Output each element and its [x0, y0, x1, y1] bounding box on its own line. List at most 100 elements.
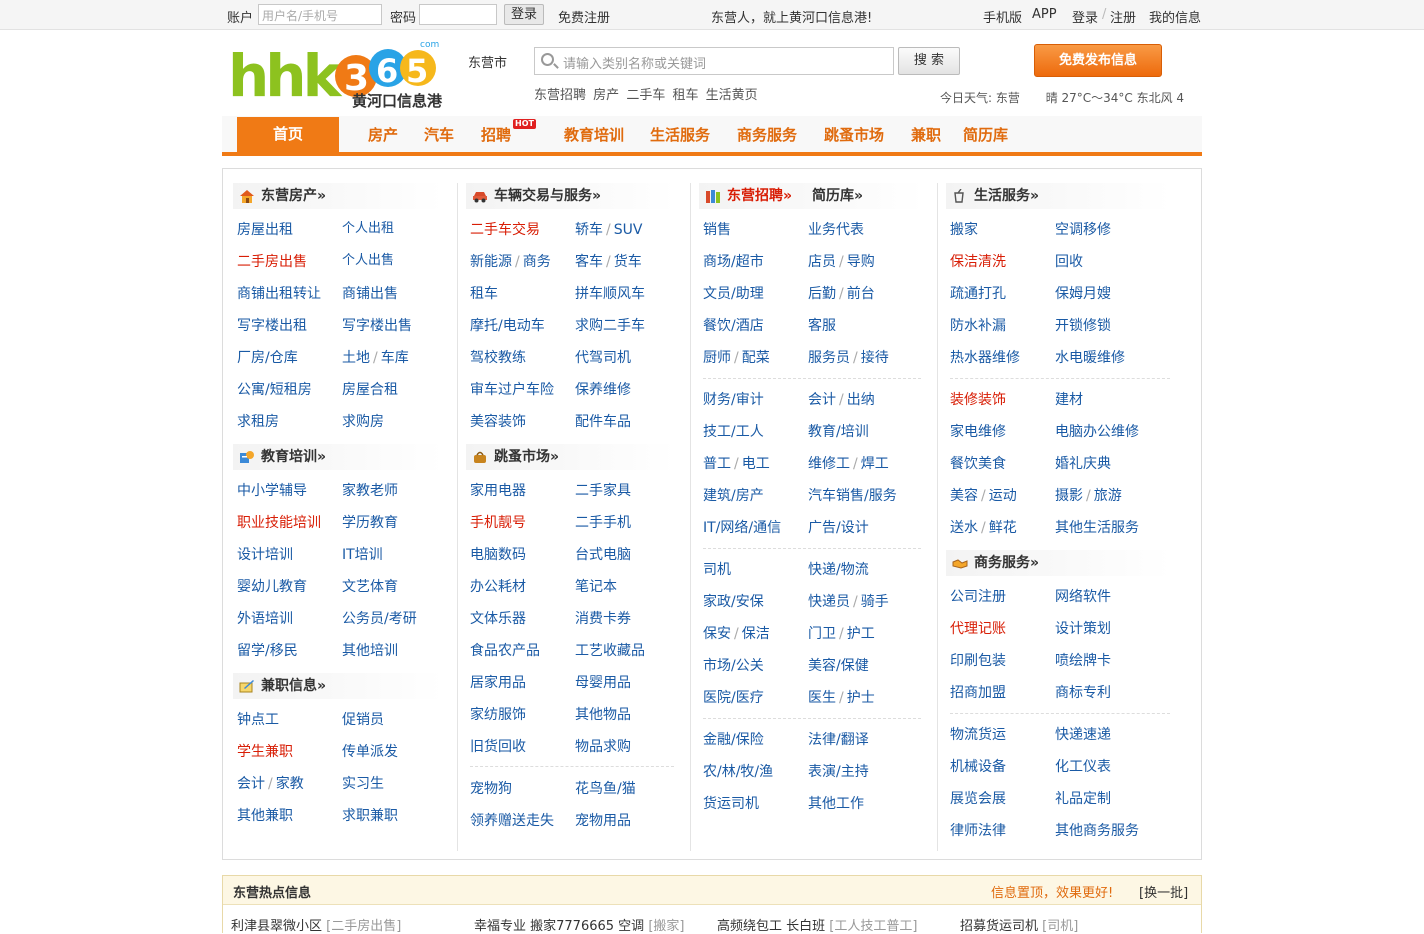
- cat-link[interactable]: 其他生活服务: [1055, 517, 1139, 537]
- cat-link[interactable]: 旅游: [1094, 488, 1122, 504]
- cat-link[interactable]: 轿车: [575, 222, 603, 238]
- cat-link[interactable]: 设计策划: [1055, 618, 1111, 638]
- cat-link[interactable]: 居家用品: [470, 672, 526, 692]
- cat-link[interactable]: 金融/保险: [703, 729, 764, 749]
- top-register-link[interactable]: 注册: [1110, 7, 1136, 26]
- cat-link[interactable]: 农/林/牧/渔: [703, 761, 773, 781]
- cat-link[interactable]: 厂房/仓库: [237, 347, 298, 367]
- cat-link[interactable]: 接待: [861, 350, 889, 366]
- cat-link[interactable]: 电工: [742, 456, 770, 472]
- cat-link[interactable]: 审车过户车险: [470, 379, 554, 399]
- cat-link[interactable]: 护士: [847, 690, 875, 706]
- cat-link[interactable]: 财务/审计: [703, 389, 764, 409]
- cat-link[interactable]: 防水补漏: [950, 315, 1006, 335]
- hot-item-text[interactable]: 幸福专业 搬家7776665 空调: [474, 919, 644, 934]
- promo-link[interactable]: 信息置顶，效果更好!: [991, 882, 1113, 901]
- cat-link[interactable]: 销售: [703, 219, 731, 239]
- cat-link[interactable]: 展览会展: [950, 788, 1006, 808]
- cat-link[interactable]: 外语培训: [237, 608, 293, 628]
- section-car-header[interactable]: 车辆交易与服务»: [466, 183, 676, 209]
- cat-link[interactable]: 手机靓号: [470, 512, 526, 532]
- nav-house[interactable]: 房产: [368, 124, 398, 145]
- cat-link[interactable]: 领养赠送走失: [470, 810, 554, 830]
- cat-link[interactable]: 家纺服饰: [470, 704, 526, 724]
- cat-link[interactable]: 喷绘牌卡: [1055, 650, 1111, 670]
- cat-link[interactable]: 公务员/考研: [342, 608, 417, 628]
- cat-link[interactable]: 保养维修: [575, 379, 631, 399]
- cat-link[interactable]: 驾校教练: [470, 347, 526, 367]
- cat-link[interactable]: 后勤: [808, 286, 836, 302]
- cat-link[interactable]: 医生: [808, 690, 836, 706]
- cat-link[interactable]: 设计培训: [237, 544, 293, 564]
- cat-link[interactable]: 护工: [847, 626, 875, 642]
- cat-link[interactable]: 个人出租: [342, 217, 394, 236]
- cat-link[interactable]: 导购: [847, 254, 875, 270]
- cat-link[interactable]: 保洁清洗: [950, 251, 1006, 271]
- nav-edu[interactable]: 教育培训: [564, 124, 624, 145]
- cat-link[interactable]: SUV: [614, 222, 643, 238]
- cat-link[interactable]: 留学/移民: [237, 640, 298, 660]
- hot-item-category[interactable]: [司机]: [1042, 919, 1078, 934]
- cat-link[interactable]: 求购房: [342, 411, 384, 431]
- section-flea-header[interactable]: 跳蚤市场»: [466, 444, 676, 470]
- cat-link[interactable]: 运动: [989, 488, 1017, 504]
- cat-link[interactable]: 货运司机: [703, 793, 759, 813]
- publish-button[interactable]: 免费发布信息: [1034, 44, 1162, 77]
- cat-link[interactable]: 摄影: [1055, 488, 1083, 504]
- cat-link[interactable]: 写字楼出租: [237, 315, 307, 335]
- cat-link[interactable]: 办公耗材: [470, 576, 526, 596]
- hot-item-category[interactable]: [工人技工普工]: [829, 919, 917, 934]
- cat-link[interactable]: 货车: [614, 254, 642, 270]
- cat-link[interactable]: 公寓/短租房: [237, 379, 312, 399]
- login-button[interactable]: 登录: [504, 4, 544, 25]
- cat-link[interactable]: 前台: [847, 286, 875, 302]
- cat-link[interactable]: 家教老师: [342, 480, 398, 500]
- cat-link[interactable]: 家电维修: [950, 421, 1006, 441]
- cat-link[interactable]: 商标专利: [1055, 682, 1111, 702]
- cat-link[interactable]: 机械设备: [950, 756, 1006, 776]
- cat-link[interactable]: 个人出售: [342, 249, 394, 268]
- cat-link[interactable]: 求租房: [237, 411, 279, 431]
- cat-link[interactable]: 热水器维修: [950, 347, 1020, 367]
- cat-link[interactable]: 新能源: [470, 254, 512, 270]
- section-edu-header[interactable]: 教育培训»: [233, 444, 443, 470]
- cat-link[interactable]: 水电暖维修: [1055, 347, 1125, 367]
- cat-link[interactable]: 花鸟鱼/猫: [575, 778, 636, 798]
- cat-link[interactable]: 写字楼出售: [342, 315, 412, 335]
- cat-link[interactable]: 拼车顺风车: [575, 283, 645, 303]
- cat-link[interactable]: 二手手机: [575, 512, 631, 532]
- cat-link[interactable]: 其他培训: [342, 640, 398, 660]
- cat-link[interactable]: 送水: [950, 520, 978, 536]
- section-life-header[interactable]: 生活服务»: [946, 183, 1171, 209]
- resume-link[interactable]: 简历库»: [812, 188, 863, 204]
- cat-link[interactable]: 学生兼职: [237, 741, 293, 761]
- cat-link[interactable]: 文艺体育: [342, 576, 398, 596]
- cat-link[interactable]: 二手房出售: [237, 251, 307, 271]
- cat-link[interactable]: 商铺出售: [342, 283, 398, 303]
- cat-link[interactable]: 代驾司机: [575, 347, 631, 367]
- cat-link[interactable]: 律师法律: [950, 820, 1006, 840]
- cat-link[interactable]: 出纳: [847, 392, 875, 408]
- hot-link[interactable]: 二手车: [626, 88, 665, 103]
- cat-link[interactable]: 代理记账: [950, 618, 1006, 638]
- hot-item-text[interactable]: 利津县翠微小区: [231, 919, 322, 934]
- section-biz-header[interactable]: 商务服务»: [946, 550, 1171, 576]
- top-login-link[interactable]: 登录: [1072, 7, 1098, 26]
- section-jobs-header[interactable]: 东营招聘» 简历库»: [699, 183, 924, 209]
- cat-link[interactable]: 骑手: [861, 594, 889, 610]
- cat-link[interactable]: 母婴用品: [575, 672, 631, 692]
- cat-link[interactable]: 网络软件: [1055, 586, 1111, 606]
- cat-link[interactable]: 土地: [342, 350, 370, 366]
- password-input[interactable]: [419, 4, 497, 25]
- cat-link[interactable]: 快递速递: [1055, 724, 1111, 744]
- cat-link[interactable]: 房屋合租: [342, 379, 398, 399]
- cat-link[interactable]: 电脑数码: [470, 544, 526, 564]
- cat-link[interactable]: 市场/公关: [703, 655, 764, 675]
- cat-link[interactable]: 开锁修锁: [1055, 315, 1111, 335]
- cat-link[interactable]: 实习生: [342, 773, 384, 793]
- cat-link[interactable]: 摩托/电动车: [470, 315, 545, 335]
- hot-item-category[interactable]: [二手房出售]: [326, 919, 401, 934]
- cat-link[interactable]: 其他商务服务: [1055, 820, 1139, 840]
- cat-link[interactable]: 装修装饰: [950, 389, 1006, 409]
- cat-link[interactable]: 业务代表: [808, 219, 864, 239]
